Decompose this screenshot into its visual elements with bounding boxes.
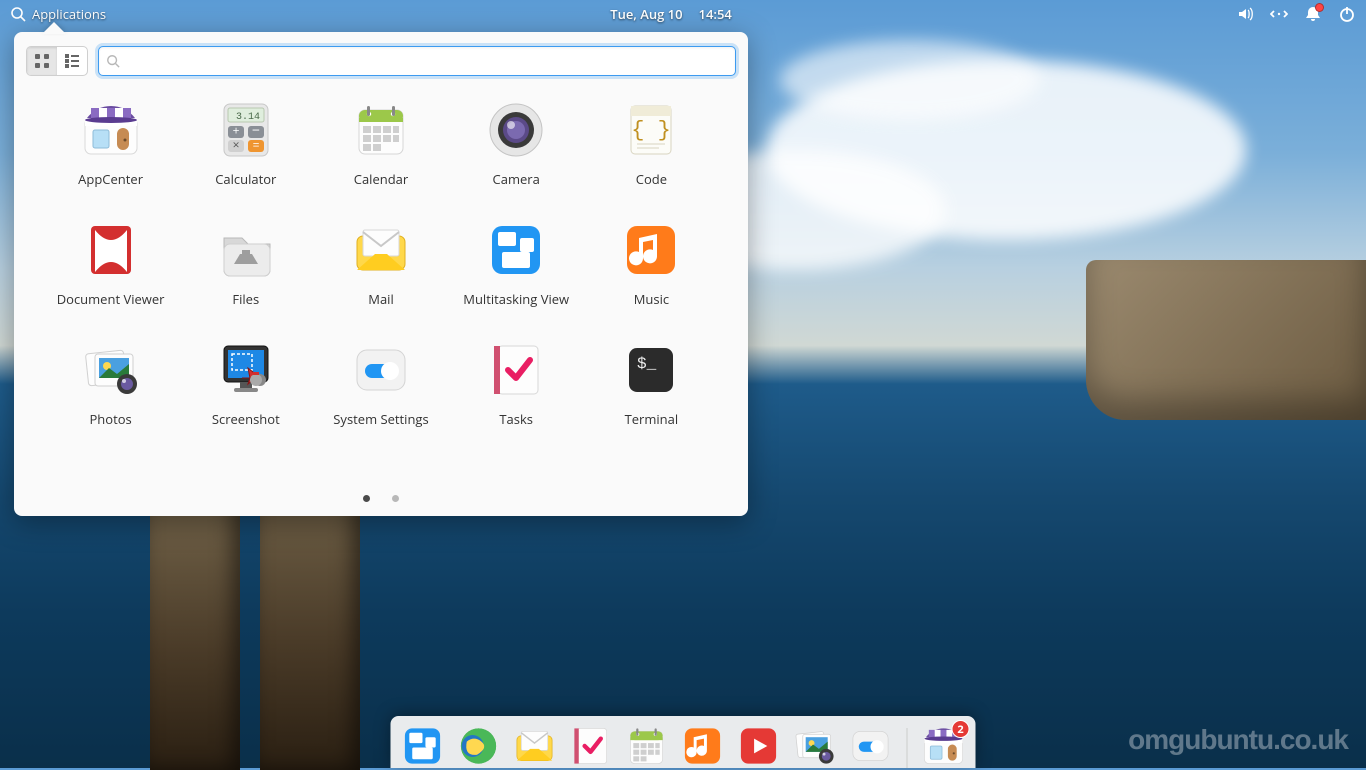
app-grid: AppCenter Calculator Calendar Camera Cod…	[26, 86, 736, 428]
app-calendar[interactable]: Calendar	[318, 100, 443, 188]
app-label: Calendar	[354, 170, 408, 188]
camera-icon	[486, 100, 546, 160]
app-terminal[interactable]: Terminal	[589, 340, 714, 428]
app-document-viewer[interactable]: Document Viewer	[48, 220, 173, 308]
pager-dot-2[interactable]	[392, 495, 399, 502]
app-code[interactable]: Code	[589, 100, 714, 188]
app-label: Calculator	[215, 170, 276, 188]
app-label: Screenshot	[212, 410, 280, 428]
sound-icon[interactable]	[1236, 5, 1254, 23]
calendar-icon	[351, 100, 411, 160]
search-icon	[106, 54, 120, 68]
appcenter-icon	[81, 100, 141, 160]
app-label: Terminal	[625, 410, 679, 428]
app-label: Multitasking View	[463, 290, 569, 308]
applications-label: Applications	[32, 5, 106, 23]
document-viewer-icon	[81, 220, 141, 280]
multitasking-icon	[486, 220, 546, 280]
app-label: Files	[232, 290, 259, 308]
dock-mail[interactable]	[513, 724, 557, 768]
app-mail[interactable]: Mail	[318, 220, 443, 308]
grid-view-button[interactable]	[27, 47, 57, 75]
app-screenshot[interactable]: Screenshot	[183, 340, 308, 428]
wallpaper-cloud	[780, 40, 1040, 120]
dock-music[interactable]	[681, 724, 725, 768]
app-label: AppCenter	[78, 170, 143, 188]
dock-photos[interactable]	[793, 724, 837, 768]
notifications-icon[interactable]	[1304, 5, 1322, 23]
pager-dot-1[interactable]	[363, 495, 370, 502]
view-toggle	[26, 46, 88, 76]
mail-icon	[351, 220, 411, 280]
panel: Applications Tue, Aug 10 14:54	[0, 0, 1366, 28]
dock-settings[interactable]	[849, 724, 893, 768]
app-files[interactable]: Files	[183, 220, 308, 308]
screenshot-icon	[216, 340, 276, 400]
app-label: Camera	[493, 170, 540, 188]
app-camera[interactable]: Camera	[454, 100, 579, 188]
dock-videos[interactable]	[737, 724, 781, 768]
app-tasks[interactable]: Tasks	[454, 340, 579, 428]
dock-separator	[907, 728, 908, 768]
app-label: Photos	[89, 410, 131, 428]
launcher-header	[26, 46, 736, 76]
dock-calendar[interactable]	[625, 724, 669, 768]
app-settings[interactable]: System Settings	[318, 340, 443, 428]
tasks-icon	[486, 340, 546, 400]
applications-launcher: AppCenter Calculator Calendar Camera Cod…	[14, 32, 748, 516]
panel-time[interactable]: 14:54	[699, 5, 732, 23]
power-icon[interactable]	[1338, 5, 1356, 23]
network-icon[interactable]	[1270, 5, 1288, 23]
search-input[interactable]	[98, 46, 736, 76]
dock-tasks[interactable]	[569, 724, 613, 768]
code-icon	[621, 100, 681, 160]
wallpaper-cliff	[1086, 260, 1366, 420]
app-label: Tasks	[499, 410, 533, 428]
dock: 2	[391, 716, 976, 768]
app-label: System Settings	[333, 410, 428, 428]
app-music[interactable]: Music	[589, 220, 714, 308]
app-appcenter[interactable]: AppCenter	[48, 100, 173, 188]
update-badge: 2	[952, 720, 970, 738]
terminal-icon	[621, 340, 681, 400]
dock-appcenter[interactable]: 2	[922, 724, 966, 768]
app-label: Document Viewer	[57, 290, 165, 308]
app-label: Music	[634, 290, 669, 308]
app-photos[interactable]: Photos	[48, 340, 173, 428]
app-label: Code	[636, 170, 667, 188]
category-view-button[interactable]	[57, 47, 87, 75]
app-multitasking[interactable]: Multitasking View	[454, 220, 579, 308]
pager	[14, 495, 748, 502]
dock-web[interactable]	[457, 724, 501, 768]
app-label: Mail	[368, 290, 393, 308]
dock-multitasking[interactable]	[401, 724, 445, 768]
watermark: omgubuntu.co.uk	[1128, 724, 1348, 756]
app-calculator[interactable]: Calculator	[183, 100, 308, 188]
panel-date[interactable]: Tue, Aug 10	[610, 5, 682, 23]
files-icon	[216, 220, 276, 280]
applications-button[interactable]: Applications	[10, 5, 106, 23]
settings-icon	[351, 340, 411, 400]
search-icon	[10, 6, 26, 22]
music-icon	[621, 220, 681, 280]
calculator-icon	[216, 100, 276, 160]
photos-icon	[81, 340, 141, 400]
